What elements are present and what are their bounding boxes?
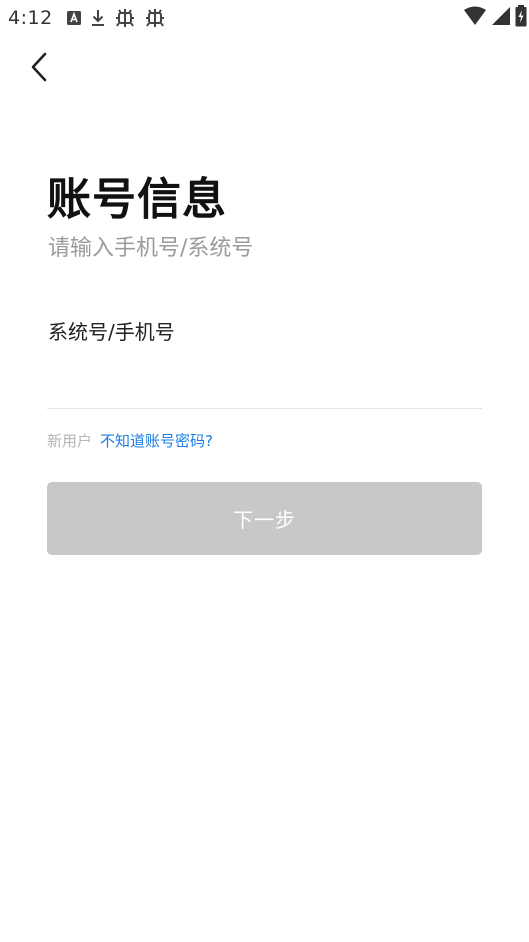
bug-icon [144,6,166,30]
new-user-text: 新用户 [47,432,93,450]
chevron-left-icon [30,52,48,86]
signal-icon [491,6,511,30]
status-bar: 4:12 [0,0,529,36]
system-icons [463,5,527,31]
download-icon [90,6,106,30]
next-button[interactable]: 下一步 [47,482,482,555]
account-field-label: 系统号/手机号 [48,320,175,344]
account-input[interactable] [47,355,482,403]
status-time: 4:12 [8,7,53,29]
back-button[interactable] [22,50,56,88]
battery-icon [515,5,527,31]
forgot-account-link[interactable]: 不知道账号密码? [100,430,213,451]
bug-icon [114,6,136,30]
input-underline [47,408,482,409]
page-subtitle: 请输入手机号/系统号 [48,236,254,261]
next-button-label: 下一步 [233,508,296,532]
wifi-icon [463,6,487,30]
page-title: 账号信息 [47,174,227,225]
a-box-icon [66,6,82,30]
hint-row: 新用户 不知道账号密码? [47,430,213,451]
notification-icons [66,6,166,30]
